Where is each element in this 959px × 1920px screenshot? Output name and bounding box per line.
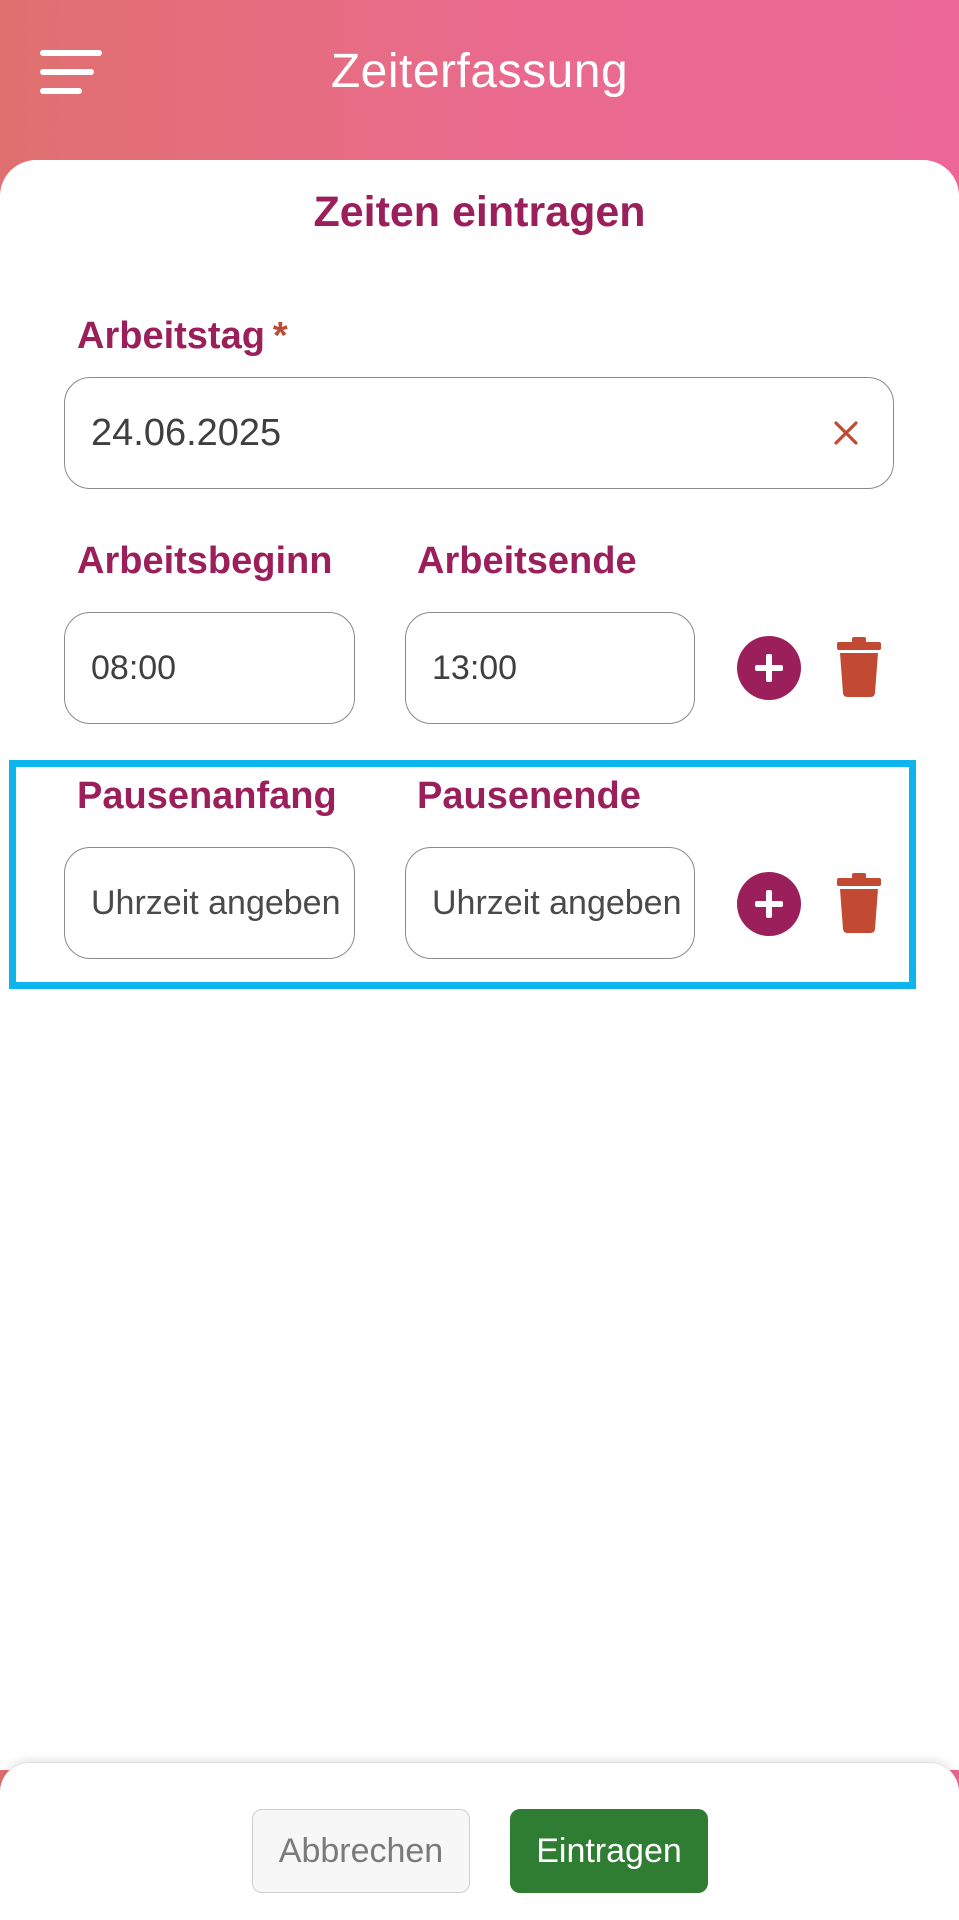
close-icon[interactable] [831,418,861,448]
work-start-label: Arbeitsbeginn [77,540,333,582]
submit-button[interactable]: Eintragen [510,1809,708,1893]
app-title: Zeiterfassung [330,45,629,98]
cancel-button[interactable]: Abbrechen [252,1809,470,1893]
work-end-input[interactable]: 13:00 [405,612,695,724]
workday-date-field[interactable]: 24.06.2025 [64,377,894,489]
workday-label-text: Arbeitstag [77,315,265,357]
break-row-highlight [9,760,916,989]
form-title: Zeiten eintragen [313,188,646,236]
form-card: Zeiten eintragen Arbeitstag * 24.06.2025 … [0,160,959,1770]
add-work-time-button[interactable] [737,636,801,700]
work-start-value: 08:00 [91,648,177,687]
work-end-label: Arbeitsende [417,540,637,582]
work-start-input[interactable]: 08:00 [64,612,355,724]
action-footer: Abbrechen Eintragen [0,1762,959,1920]
app-header: Zeiterfassung [0,0,959,170]
workday-date-value: 24.06.2025 [91,411,282,454]
work-end-value: 13:00 [432,648,518,687]
workday-label: Arbeitstag * [77,315,288,358]
required-marker: * [272,315,288,357]
trash-icon[interactable] [836,637,882,697]
